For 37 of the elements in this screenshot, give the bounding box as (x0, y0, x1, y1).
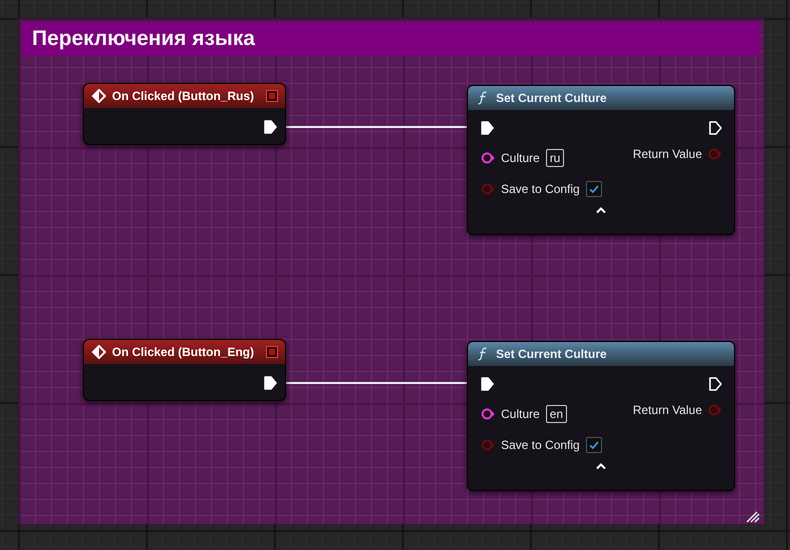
comment-title: Переключения языка (32, 26, 255, 52)
save-config-checkbox[interactable] (586, 181, 602, 197)
checkmark-icon (588, 183, 600, 195)
checkmark-icon (588, 439, 600, 451)
event-diamond-icon (92, 345, 106, 359)
node-title: Set Current Culture (496, 90, 607, 107)
function-node[interactable]: Set Current Culture Culture ru Return Value Save to Config (467, 85, 735, 235)
node-title: Set Current Culture (496, 346, 607, 363)
culture-field[interactable]: en (546, 405, 568, 423)
delegate-pin-icon[interactable] (267, 91, 277, 101)
pin-label: Return Value (632, 402, 702, 419)
delegate-pin-icon[interactable] (267, 347, 277, 357)
node-title: On Clicked (Button_Eng) (112, 344, 254, 361)
save-config-checkbox[interactable] (586, 437, 602, 453)
resize-handle-icon[interactable] (746, 511, 760, 523)
pin-label: Culture (501, 406, 540, 423)
comment-header[interactable]: Переключения языка (22, 22, 760, 56)
pin-label: Culture (501, 150, 540, 167)
function-icon (478, 91, 488, 105)
exec-input-pin-icon[interactable] (480, 121, 494, 135)
exec-output-pin-icon[interactable] (708, 377, 722, 391)
node-title: On Clicked (Button_Rus) (112, 88, 254, 105)
function-node[interactable]: Set Current Culture Culture en Return Value Save to Config (467, 341, 735, 491)
exec-input-pin-icon[interactable] (480, 377, 494, 391)
exec-output-pin-icon[interactable] (708, 121, 722, 135)
culture-pin-icon[interactable] (481, 152, 495, 164)
pin-label: Save to Config (501, 437, 580, 454)
culture-pin-icon[interactable] (481, 408, 495, 420)
event-node[interactable]: On Clicked (Button_Rus) (83, 83, 286, 145)
pin-label: Return Value (632, 146, 702, 163)
function-icon (478, 347, 488, 361)
exec-output-pin-icon[interactable] (263, 376, 277, 390)
pin-label: Save to Config (501, 181, 580, 198)
exec-output-pin-icon[interactable] (263, 120, 277, 134)
event-diamond-icon (92, 89, 106, 103)
culture-field[interactable]: ru (546, 149, 564, 167)
event-node[interactable]: On Clicked (Button_Eng) (83, 339, 286, 401)
